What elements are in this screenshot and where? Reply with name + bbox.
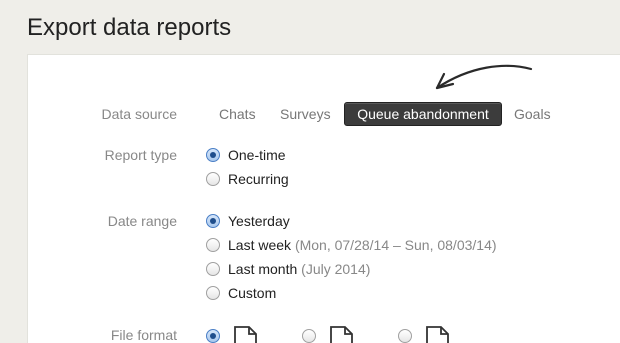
recurring-radio[interactable]: [206, 172, 220, 186]
recurring-label[interactable]: Recurring: [228, 171, 289, 187]
one-time-radio[interactable]: [206, 148, 220, 162]
custom-radio[interactable]: [206, 286, 220, 300]
last-month-radio[interactable]: [206, 262, 220, 276]
one-time-label[interactable]: One-time: [228, 147, 286, 163]
file-format-radio-2[interactable]: [302, 329, 316, 343]
yesterday-label[interactable]: Yesterday: [228, 213, 290, 229]
last-month-text: Last month: [228, 261, 298, 277]
file-icon[interactable]: [234, 326, 258, 343]
file-icon[interactable]: [426, 326, 450, 343]
file-format-radio-3[interactable]: [398, 329, 412, 343]
date-range-label: Date range: [107, 213, 177, 229]
arrow-annotation-icon: [435, 64, 533, 90]
page-title: Export data reports: [27, 14, 232, 41]
yesterday-text: Yesterday: [228, 213, 290, 229]
tab-chats[interactable]: Chats: [219, 106, 256, 122]
last-week-radio[interactable]: [206, 238, 220, 252]
tab-queue-abandonment[interactable]: Queue abandonment: [344, 102, 502, 126]
custom-text: Custom: [228, 285, 277, 301]
last-month-detail: (July 2014): [301, 261, 371, 277]
export-panel: [27, 54, 620, 343]
last-week-label[interactable]: Last week (Mon, 07/28/14 – Sun, 08/03/14…: [228, 237, 497, 253]
last-week-detail: (Mon, 07/28/14 – Sun, 08/03/14): [294, 237, 497, 253]
last-month-label[interactable]: Last month (July 2014): [228, 261, 370, 277]
report-type-label: Report type: [104, 147, 177, 163]
tab-surveys[interactable]: Surveys: [280, 106, 331, 122]
file-format-radio-1[interactable]: [206, 329, 220, 343]
custom-label[interactable]: Custom: [228, 285, 276, 301]
file-format-label: File format: [110, 327, 177, 343]
yesterday-radio[interactable]: [206, 214, 220, 228]
data-source-label: Data source: [101, 106, 177, 122]
file-icon[interactable]: [330, 326, 354, 343]
tab-goals[interactable]: Goals: [514, 106, 551, 122]
last-week-text: Last week: [228, 237, 292, 253]
